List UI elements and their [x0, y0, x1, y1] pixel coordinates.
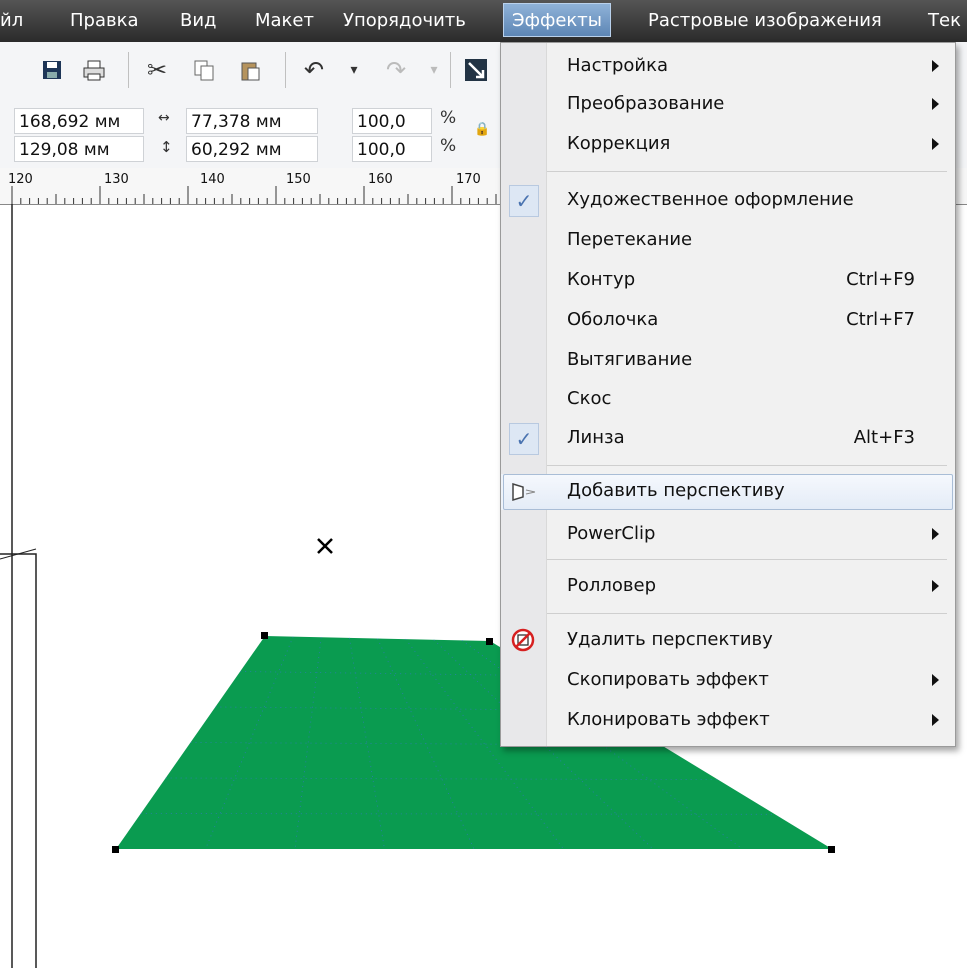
menu-item-label: Скопировать эффект — [567, 669, 769, 690]
undo-dropdown-icon[interactable]: ▾ — [340, 56, 368, 84]
submenu-arrow-icon — [932, 580, 939, 592]
undo-icon[interactable]: ↶ — [300, 56, 328, 84]
menu-item-label: Оболочка — [567, 309, 659, 330]
redo-dropdown-icon[interactable]: ▾ — [420, 56, 448, 84]
menu-item-powerclip[interactable]: PowerClip — [501, 517, 955, 553]
toolbar-separator — [128, 52, 129, 88]
save-icon[interactable] — [38, 56, 66, 84]
menu-item-label: Настройка — [567, 55, 668, 76]
menu-item-label: Линза — [567, 427, 625, 448]
x-position-field[interactable]: 168,692 мм — [14, 108, 144, 134]
menu-item-bevel[interactable]: Скос — [501, 382, 955, 418]
menu-item-contour[interactable]: Контур Ctrl+F9 — [501, 263, 955, 299]
copy-icon[interactable] — [190, 56, 218, 84]
shortcut-label: Ctrl+F7 — [846, 309, 915, 330]
menu-file[interactable]: йл — [0, 10, 23, 31]
menu-item-label: Вытягивание — [567, 349, 693, 370]
menu-item-extrude[interactable]: Вытягивание — [501, 343, 955, 379]
clear-perspective-icon — [511, 628, 535, 656]
submenu-arrow-icon — [932, 98, 939, 110]
scale-y-percent: % — [440, 136, 457, 156]
toolbar-separator — [285, 52, 286, 88]
paste-icon[interactable] — [236, 56, 264, 84]
menu-item-label: Художественное оформление — [567, 189, 854, 210]
menu-effects[interactable]: Эффекты — [503, 3, 611, 37]
scale-x-percent: % — [440, 108, 457, 128]
menu-item-label: Ролловер — [567, 575, 656, 596]
perspective-icon — [511, 482, 537, 506]
height-icon: ↕ — [160, 138, 173, 156]
menu-item-transform[interactable]: Преобразование — [501, 87, 955, 123]
menu-item-label: PowerClip — [567, 523, 656, 544]
ruler-label: 130 — [104, 172, 129, 187]
ruler-label: 170 — [456, 172, 481, 187]
toolbar-separator — [450, 52, 451, 88]
submenu-arrow-icon — [932, 60, 939, 72]
redo-icon[interactable]: ↷ — [382, 56, 410, 84]
shortcut-label: Alt+F3 — [853, 427, 915, 448]
selection-handle[interactable] — [486, 638, 493, 645]
import-icon[interactable] — [462, 56, 490, 84]
vanishing-point-icon[interactable] — [317, 538, 333, 554]
menu-separator — [547, 465, 947, 466]
menu-item-clone-effect[interactable]: Клонировать эффект — [501, 703, 955, 739]
shortcut-label: Ctrl+F9 — [846, 269, 915, 290]
print-icon[interactable] — [80, 56, 108, 84]
submenu-arrow-icon — [932, 714, 939, 726]
menu-item-label: Коррекция — [567, 133, 671, 154]
ruler-label: 150 — [286, 172, 311, 187]
selection-handle[interactable] — [828, 846, 835, 853]
menu-item-label: Удалить перспективу — [567, 629, 773, 650]
check-icon: ✓ — [509, 423, 539, 455]
menu-item-clear-perspective[interactable]: Удалить перспективу — [501, 623, 955, 659]
cut-icon[interactable]: ✂ — [143, 56, 171, 84]
height-field[interactable]: 60,292 мм — [186, 136, 318, 162]
page-border-shadow — [0, 553, 37, 968]
menu-item-label: Перетекание — [567, 229, 693, 250]
selection-handle[interactable] — [261, 632, 268, 639]
menu-item-copy-effect[interactable]: Скопировать эффект — [501, 663, 955, 699]
menu-item-label: Контур — [567, 269, 636, 290]
menu-arrange[interactable]: Упорядочить — [343, 10, 466, 31]
menu-item-add-perspective[interactable]: Добавить перспективу — [501, 474, 955, 510]
menu-item-label: Преобразование — [567, 93, 725, 114]
menu-bar: йл Правка Вид Макет Упорядочить Эффекты … — [0, 0, 967, 42]
menu-layout[interactable]: Макет — [255, 10, 314, 31]
menu-item-rollover[interactable]: Ролловер — [501, 569, 955, 605]
submenu-arrow-icon — [932, 528, 939, 540]
menu-item-adjust[interactable]: Настройка — [501, 49, 955, 85]
menu-item-label: Скос — [567, 388, 612, 409]
y-position-field[interactable]: 129,08 мм — [14, 136, 144, 162]
menu-item-label: Клонировать эффект — [567, 709, 770, 730]
menu-item-correction[interactable]: Коррекция — [501, 127, 955, 163]
menu-item-envelope[interactable]: Оболочка Ctrl+F7 — [501, 303, 955, 339]
menu-separator — [547, 171, 947, 172]
scale-x-field[interactable]: 100,0 — [352, 108, 432, 134]
submenu-arrow-icon — [932, 138, 939, 150]
menu-view[interactable]: Вид — [180, 10, 217, 31]
effects-menu: Настройка Преобразование Коррекция ✓ Худ… — [500, 42, 956, 747]
ruler-label: 140 — [200, 172, 225, 187]
menu-item-artistic-media[interactable]: ✓ Художественное оформление — [501, 183, 955, 219]
ruler-label: 160 — [368, 172, 393, 187]
menu-item-blend[interactable]: Перетекание — [501, 223, 955, 259]
menu-item-label: Добавить перспективу — [567, 480, 785, 501]
lock-ratio-icon[interactable]: 🔒 — [474, 122, 490, 137]
submenu-arrow-icon — [932, 674, 939, 686]
menu-separator — [547, 559, 947, 560]
scale-y-field[interactable]: 100,0 — [352, 136, 432, 162]
menu-separator — [547, 613, 947, 614]
menu-bitmaps[interactable]: Растровые изображения — [648, 10, 882, 31]
check-icon: ✓ — [509, 185, 539, 217]
width-field[interactable]: 77,378 мм — [186, 108, 318, 134]
menu-item-lens[interactable]: ✓ Линза Alt+F3 — [501, 421, 955, 457]
menu-edit[interactable]: Правка — [70, 10, 139, 31]
width-icon: ↔ — [158, 110, 170, 126]
selection-handle[interactable] — [112, 846, 119, 853]
menu-text[interactable]: Тек — [928, 10, 961, 31]
ruler-label: 120 — [8, 172, 33, 187]
